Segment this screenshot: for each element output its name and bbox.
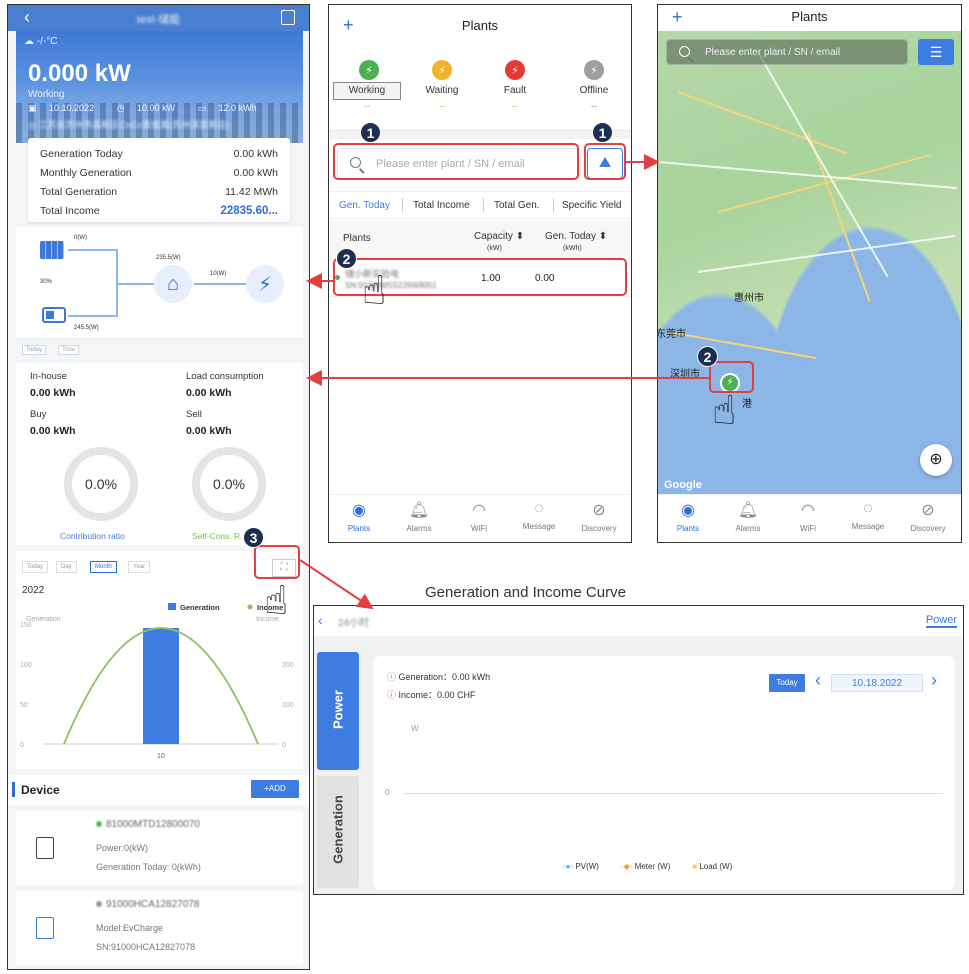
storage-capacity: 12.0 kWh	[218, 103, 257, 113]
plant-address: 江苏省苏州市高新区CoCo香蜜屋(苏州滨景新店)	[38, 120, 230, 130]
install-date: 10.10.2022	[49, 103, 95, 113]
battery-icon: ▭	[197, 103, 207, 113]
calendar-icon: ▣	[28, 103, 37, 113]
arrow-to-curve	[299, 559, 374, 610]
plant-capacity: 10.00 kW	[136, 103, 175, 113]
location-icon: ◎	[28, 120, 36, 130]
annotation-arrows	[299, 154, 709, 610]
clock-icon: ◷	[116, 103, 125, 113]
